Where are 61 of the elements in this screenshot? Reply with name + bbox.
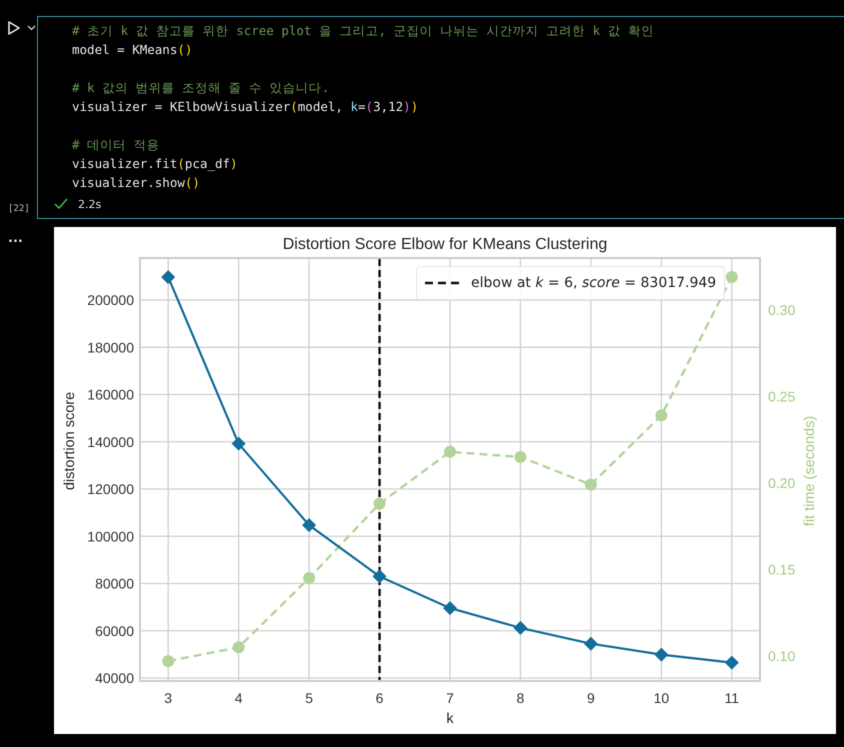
tick-label: 0.25	[768, 388, 796, 404]
data-point	[161, 270, 176, 284]
axis-title: fit time (seconds)	[802, 416, 818, 526]
dashed-line-icon	[425, 281, 459, 285]
duration: 2.2s	[78, 198, 102, 210]
tick-label: 100000	[87, 528, 134, 544]
code-line: model = KMeans()	[72, 41, 192, 59]
tick-label: 6	[376, 690, 384, 706]
data-point	[444, 446, 456, 458]
tick-label: 11	[724, 690, 740, 706]
tick-label: 0.30	[768, 302, 796, 318]
tick-label: 180000	[87, 339, 134, 356]
code-line: # 데이터 적용	[72, 136, 160, 154]
tick-label: 4	[234, 690, 243, 706]
data-point	[514, 450, 526, 463]
tick-label: 5	[305, 690, 313, 706]
chevron-down-icon[interactable]	[27, 25, 36, 31]
tick-label: 200000	[87, 292, 134, 308]
data-point	[726, 271, 738, 284]
data-point	[654, 648, 668, 662]
data-point	[584, 636, 598, 651]
code-cell[interactable]	[37, 16, 844, 219]
data-point	[162, 655, 174, 668]
code-line: visualizer = KElbowVisualizer(model, k=(3,12))	[72, 98, 418, 116]
tick-label: 3	[164, 690, 172, 706]
data-point	[372, 569, 387, 584]
axis-title: distortion score	[62, 392, 78, 490]
tick-label: 0.20	[768, 474, 796, 491]
data-point	[724, 656, 739, 670]
code-line: # k 값의 범위를 조정해 줄 수 있습니다.	[72, 79, 330, 97]
execution-count: [22]	[7, 204, 31, 216]
tick-label: 8	[516, 690, 524, 706]
data-point	[303, 572, 316, 584]
tick-label: 120000	[87, 481, 134, 498]
tick-label: 160000	[87, 386, 134, 403]
check-icon	[54, 198, 68, 210]
data-point	[443, 601, 457, 616]
code-line: visualizer.fit(pca_df)	[72, 155, 238, 173]
tick-label: 0.15	[768, 561, 796, 578]
data-point	[302, 518, 316, 532]
legend-label: elbow at k = 6, score = 83017.949	[471, 275, 716, 291]
chart-title: Distortion Score Elbow for KMeans Clustering	[282, 236, 608, 253]
tick-label: 140000	[87, 434, 134, 450]
data-point	[232, 641, 245, 654]
tick-label: 40000	[95, 670, 134, 686]
tick-label: 7	[446, 690, 454, 706]
tick-label: 0.10	[768, 648, 796, 664]
code-line: visualizer.show()	[72, 174, 200, 192]
tick-label: 80000	[95, 576, 134, 592]
output-menu[interactable]: ...	[0, 233, 23, 245]
data-point	[232, 436, 246, 451]
code-line: # 초기 k 값 참고를 위한 scree plot 을 그리고, 군집이 나뉘는 시간까지 고려한 k 값 확인	[72, 22, 654, 40]
data-point	[374, 498, 386, 510]
tick-label: 10	[654, 690, 670, 706]
data-point	[513, 620, 528, 635]
run-icon[interactable]	[7, 20, 21, 36]
tick-label: 60000	[95, 622, 134, 639]
data-point	[655, 409, 668, 422]
axis-title: k	[446, 711, 454, 727]
tick-label: 9	[587, 690, 595, 706]
data-point	[584, 478, 597, 491]
